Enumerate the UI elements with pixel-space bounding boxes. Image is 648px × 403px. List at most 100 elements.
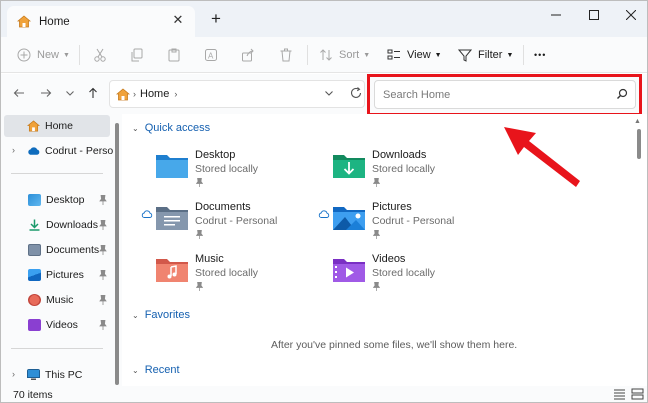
pin-icon[interactable] <box>99 245 107 255</box>
sidebar-item-pictures[interactable]: Pictures <box>1 264 111 286</box>
section-title: Quick access <box>144 122 211 134</box>
toolbar-divider <box>307 45 308 65</box>
sidebar-item-desktop[interactable]: Desktop <box>1 189 111 211</box>
pin-icon[interactable] <box>99 295 107 305</box>
quick-access-videos[interactable]: Videos Stored locally <box>332 251 502 293</box>
svg-text:A: A <box>208 52 214 61</box>
pin-icon <box>373 282 380 291</box>
share-button[interactable] <box>241 43 255 67</box>
search-box[interactable] <box>374 80 636 109</box>
copy-button[interactable] <box>130 43 144 67</box>
view-button[interactable]: View ▼ <box>387 43 442 67</box>
quick-access-downloads[interactable]: Downloads Stored locally <box>332 147 502 189</box>
recent-header[interactable]: ⌄ Recent <box>132 364 180 376</box>
sidebar-item-label: Documents <box>46 244 100 256</box>
address-dropdown-icon[interactable] <box>324 88 334 101</box>
quick-access-header[interactable]: ⌄ Quick access <box>132 122 210 134</box>
toolbar-divider <box>79 45 80 65</box>
maximize-button[interactable] <box>575 1 613 29</box>
up-button[interactable] <box>86 86 100 100</box>
file-explorer-window: Home ✕ + New ▼ A Sort ▼ View ▼ Filter ▼ … <box>0 0 648 403</box>
pin-icon <box>373 178 380 187</box>
cloud-icon <box>141 210 153 218</box>
sidebar-item-label: Desktop <box>46 194 85 206</box>
sort-icon <box>320 49 332 61</box>
video-icon <box>28 319 41 331</box>
sort-label: Sort <box>339 49 360 61</box>
close-tab-icon[interactable]: ✕ <box>171 13 185 27</box>
forward-button[interactable] <box>39 86 53 100</box>
favorites-header[interactable]: ⌄ Favorites <box>132 309 190 321</box>
rename-button[interactable]: A <box>204 43 218 67</box>
arrow-right-icon <box>41 89 52 97</box>
videos-folder-icon <box>333 259 365 282</box>
item-name: Desktop <box>195 149 236 161</box>
tab-title: Home <box>39 15 70 28</box>
quick-access-music[interactable]: Music Stored locally <box>155 251 325 293</box>
quick-access-documents[interactable]: Documents Codrut - Personal <box>141 199 325 241</box>
close-window-button[interactable] <box>612 1 647 29</box>
downloads-folder-icon <box>333 155 365 178</box>
section-title: Favorites <box>144 309 190 321</box>
pin-icon[interactable] <box>99 270 107 280</box>
sidebar-item-onedrive[interactable]: Codrut - Persona <box>1 140 113 162</box>
pin-icon <box>373 230 380 239</box>
details-view-icon[interactable] <box>613 388 626 400</box>
pin-icon[interactable] <box>99 220 107 230</box>
item-name: Music <box>195 253 224 265</box>
delete-button[interactable] <box>279 43 293 67</box>
sidebar-item-videos[interactable]: Videos <box>1 314 111 336</box>
sidebar-item-label: Home <box>45 120 74 132</box>
minimize-button[interactable] <box>537 1 575 29</box>
item-name: Pictures <box>372 201 412 213</box>
more-options-button[interactable]: ••• <box>534 43 546 67</box>
plus-circle-icon <box>17 48 31 62</box>
quick-access-pictures[interactable]: Pictures Codrut - Personal <box>318 199 502 241</box>
home-icon <box>116 87 130 100</box>
breadcrumb-chevron-icon[interactable]: › <box>174 89 177 99</box>
pictures-folder-icon <box>333 207 365 230</box>
refresh-button[interactable] <box>349 86 363 100</box>
chevron-down-icon: ▼ <box>363 51 371 59</box>
new-tab-button[interactable]: + <box>208 10 224 28</box>
command-bar: New ▼ A Sort ▼ View ▼ Filter ▼ ••• <box>1 37 647 73</box>
tab-home[interactable]: Home ✕ <box>7 6 195 37</box>
sidebar-scrollbar[interactable] <box>115 123 119 385</box>
content-scrollbar[interactable] <box>637 129 641 159</box>
music-folder-icon <box>156 259 188 282</box>
sidebar-divider <box>11 348 103 349</box>
search-input[interactable] <box>383 88 603 101</box>
pin-icon <box>196 230 203 239</box>
new-button[interactable]: New ▼ <box>17 43 70 67</box>
breadcrumb-chevron-icon: › <box>133 89 136 99</box>
search-icon[interactable] <box>616 88 628 100</box>
sort-button[interactable]: Sort ▼ <box>319 43 370 67</box>
sidebar-item-music[interactable]: Music <box>1 289 111 311</box>
item-location: Stored locally <box>372 267 436 279</box>
breadcrumb-home[interactable]: Home <box>140 88 169 100</box>
back-button[interactable] <box>12 86 26 100</box>
pin-icon[interactable] <box>99 195 107 205</box>
scissors-icon <box>94 48 106 62</box>
sidebar-item-label: Pictures <box>46 269 84 281</box>
scroll-up-arrow-icon[interactable]: ▲ <box>634 118 641 125</box>
filter-button[interactable]: Filter ▼ <box>458 43 513 67</box>
sidebar-item-home[interactable]: Home <box>4 115 110 137</box>
paste-button[interactable] <box>167 43 181 67</box>
tiles-view-icon[interactable] <box>631 388 644 400</box>
recent-locations-button[interactable] <box>63 86 77 100</box>
desktop-folder-icon <box>156 155 188 178</box>
sidebar-item-label: This PC <box>45 369 83 381</box>
cloud-icon <box>318 210 330 218</box>
sidebar-item-this-pc[interactable]: This PC <box>1 364 111 386</box>
chevron-down-icon: ▼ <box>506 51 514 59</box>
sidebar-item-documents[interactable]: Documents <box>1 239 111 261</box>
sidebar-item-label: Downloads <box>46 219 98 231</box>
address-bar[interactable]: › Home › <box>109 80 365 108</box>
rename-icon: A <box>205 49 217 61</box>
item-count: 70 items <box>13 388 53 401</box>
pin-icon[interactable] <box>99 320 107 330</box>
quick-access-desktop[interactable]: Desktop Stored locally <box>155 147 325 189</box>
cut-button[interactable] <box>93 43 107 67</box>
sidebar-item-downloads[interactable]: Downloads <box>1 214 111 236</box>
